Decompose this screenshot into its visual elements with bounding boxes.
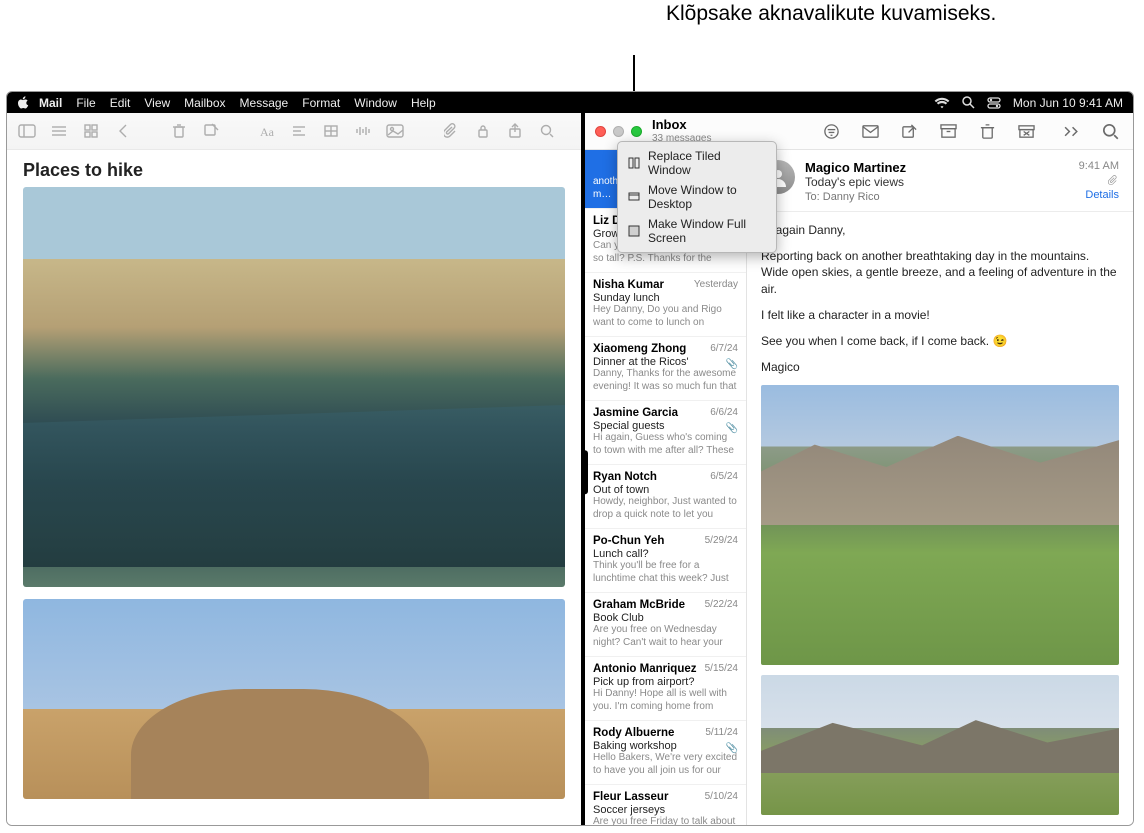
apple-menu-icon[interactable] (17, 96, 29, 109)
menu-window[interactable]: Window (354, 96, 397, 110)
reader-image-2 (761, 675, 1119, 815)
search-icon[interactable] (537, 121, 557, 141)
message-row[interactable]: Rody Albuerne5/11/24 Baking workshop Hel… (585, 721, 746, 785)
menu-move-desktop-label: Move Window to Desktop (648, 183, 766, 211)
menu-view[interactable]: View (144, 96, 170, 110)
menu-replace-tiled-label: Replace Tiled Window (648, 149, 766, 177)
filter-icon[interactable] (823, 123, 840, 140)
details-link[interactable]: Details (1079, 189, 1119, 201)
body-p1: Hi again Danny, (761, 222, 1119, 238)
menu-help[interactable]: Help (411, 96, 436, 110)
message-row[interactable]: Ryan Notch6/5/24 Out of town Howdy, neig… (585, 465, 746, 529)
message-reader: Magico Martinez Today's epic views To: D… (747, 150, 1133, 825)
left-toolbar: Aa (7, 113, 581, 150)
reader-subject: Today's epic views (805, 175, 1069, 189)
note-image-1 (23, 187, 565, 587)
reader-from: Magico Martinez (805, 160, 1069, 175)
close-button[interactable] (595, 126, 606, 137)
menu-edit[interactable]: Edit (110, 96, 131, 110)
trash-icon[interactable] (169, 121, 189, 141)
sidebar-toggle-icon[interactable] (17, 121, 37, 141)
envelope-icon[interactable] (862, 123, 879, 140)
window-options-menu[interactable]: Replace Tiled Window Move Window to Desk… (617, 141, 777, 253)
message-row[interactable]: Po-Chun Yeh5/29/24 Lunch call? Think you… (585, 529, 746, 593)
reader-time: 9:41 AM (1079, 160, 1119, 172)
body-p2: Reporting back on another breathtaking d… (761, 248, 1119, 297)
share-icon[interactable] (505, 121, 525, 141)
body-p4: See you when I come back, if I come back… (761, 333, 1119, 349)
menu-full-screen[interactable]: Make Window Full Screen (618, 214, 776, 248)
screenshot-frame: Mail File Edit View Mailbox Message Form… (6, 91, 1134, 826)
inbox-title: Inbox (652, 118, 711, 133)
reader-to-label: To: (805, 191, 820, 203)
reader-body: Hi again Danny, Reporting back on anothe… (747, 212, 1133, 825)
table-icon[interactable] (321, 121, 341, 141)
traffic-lights: Replace Tiled Window Move Window to Desk… (595, 126, 642, 137)
note-image-2 (23, 599, 565, 799)
menu-bar: Mail File Edit View Mailbox Message Form… (7, 92, 1133, 113)
body-p5: Magico (761, 359, 1119, 375)
reader-image-1 (761, 385, 1119, 665)
fullscreen-button[interactable] (631, 126, 642, 137)
menu-file[interactable]: File (76, 96, 95, 110)
spotlight-icon[interactable] (962, 96, 975, 109)
menu-move-desktop[interactable]: Move Window to Desktop (618, 180, 776, 214)
attach-icon[interactable] (441, 121, 461, 141)
minimize-button[interactable] (613, 126, 624, 137)
compose-icon[interactable] (201, 121, 221, 141)
align-icon[interactable] (289, 121, 309, 141)
media-icon[interactable] (385, 121, 405, 141)
menu-full-screen-label: Make Window Full Screen (648, 217, 766, 245)
reader-header: Magico Martinez Today's epic views To: D… (747, 150, 1133, 212)
wifi-icon[interactable] (934, 97, 950, 109)
search-mail-icon[interactable] (1102, 123, 1119, 140)
control-center-icon[interactable] (987, 97, 1001, 109)
split-grip[interactable] (582, 450, 588, 494)
svg-text:Aa: Aa (260, 125, 275, 138)
body-p3: I felt like a character in a movie! (761, 307, 1119, 323)
message-row[interactable]: Graham McBride5/22/24 Book Club Are you … (585, 593, 746, 657)
archive-icon[interactable] (940, 123, 957, 140)
message-row[interactable]: Nisha KumarYesterday Sunday lunch Hey Da… (585, 273, 746, 337)
message-row[interactable]: Antonio Manriquez5/15/24 Pick up from ai… (585, 657, 746, 721)
right-toolbar (823, 123, 1119, 140)
menu-app[interactable]: Mail (39, 96, 62, 110)
attachment-icon (1108, 175, 1119, 186)
menu-format[interactable]: Format (302, 96, 340, 110)
sound-icon[interactable] (353, 121, 373, 141)
callout-text: Klõpsake aknavalikute kuvamiseks. (666, 0, 996, 28)
reader-to: Danny Rico (823, 191, 880, 203)
left-window-title: Places to hike (7, 150, 581, 187)
back-icon[interactable] (113, 121, 133, 141)
message-row[interactable]: Fleur Lasseur5/10/24 Soccer jerseys Are … (585, 785, 746, 825)
junk-icon[interactable] (1018, 123, 1035, 140)
compose-new-icon[interactable] (901, 123, 918, 140)
right-titlebar: Replace Tiled Window Move Window to Desk… (585, 113, 1133, 150)
menu-mailbox[interactable]: Mailbox (184, 96, 225, 110)
list-icon[interactable] (49, 121, 69, 141)
menu-replace-tiled[interactable]: Replace Tiled Window (618, 146, 776, 180)
menu-clock[interactable]: Mon Jun 10 9:41 AM (1013, 96, 1123, 110)
font-icon[interactable]: Aa (257, 121, 277, 141)
right-window: Replace Tiled Window Move Window to Desk… (585, 113, 1133, 825)
menu-message[interactable]: Message (240, 96, 289, 110)
delete-icon[interactable] (979, 123, 996, 140)
left-window-content (7, 187, 581, 825)
message-row[interactable]: Xiaomeng Zhong6/7/24 Dinner at the Ricos… (585, 337, 746, 401)
left-window: Aa Places to hike (7, 113, 585, 825)
lock-icon[interactable] (473, 121, 493, 141)
overflow-icon[interactable] (1063, 123, 1080, 140)
grid-icon[interactable] (81, 121, 101, 141)
message-row[interactable]: Jasmine Garcia6/6/24 Special guests Hi a… (585, 401, 746, 465)
